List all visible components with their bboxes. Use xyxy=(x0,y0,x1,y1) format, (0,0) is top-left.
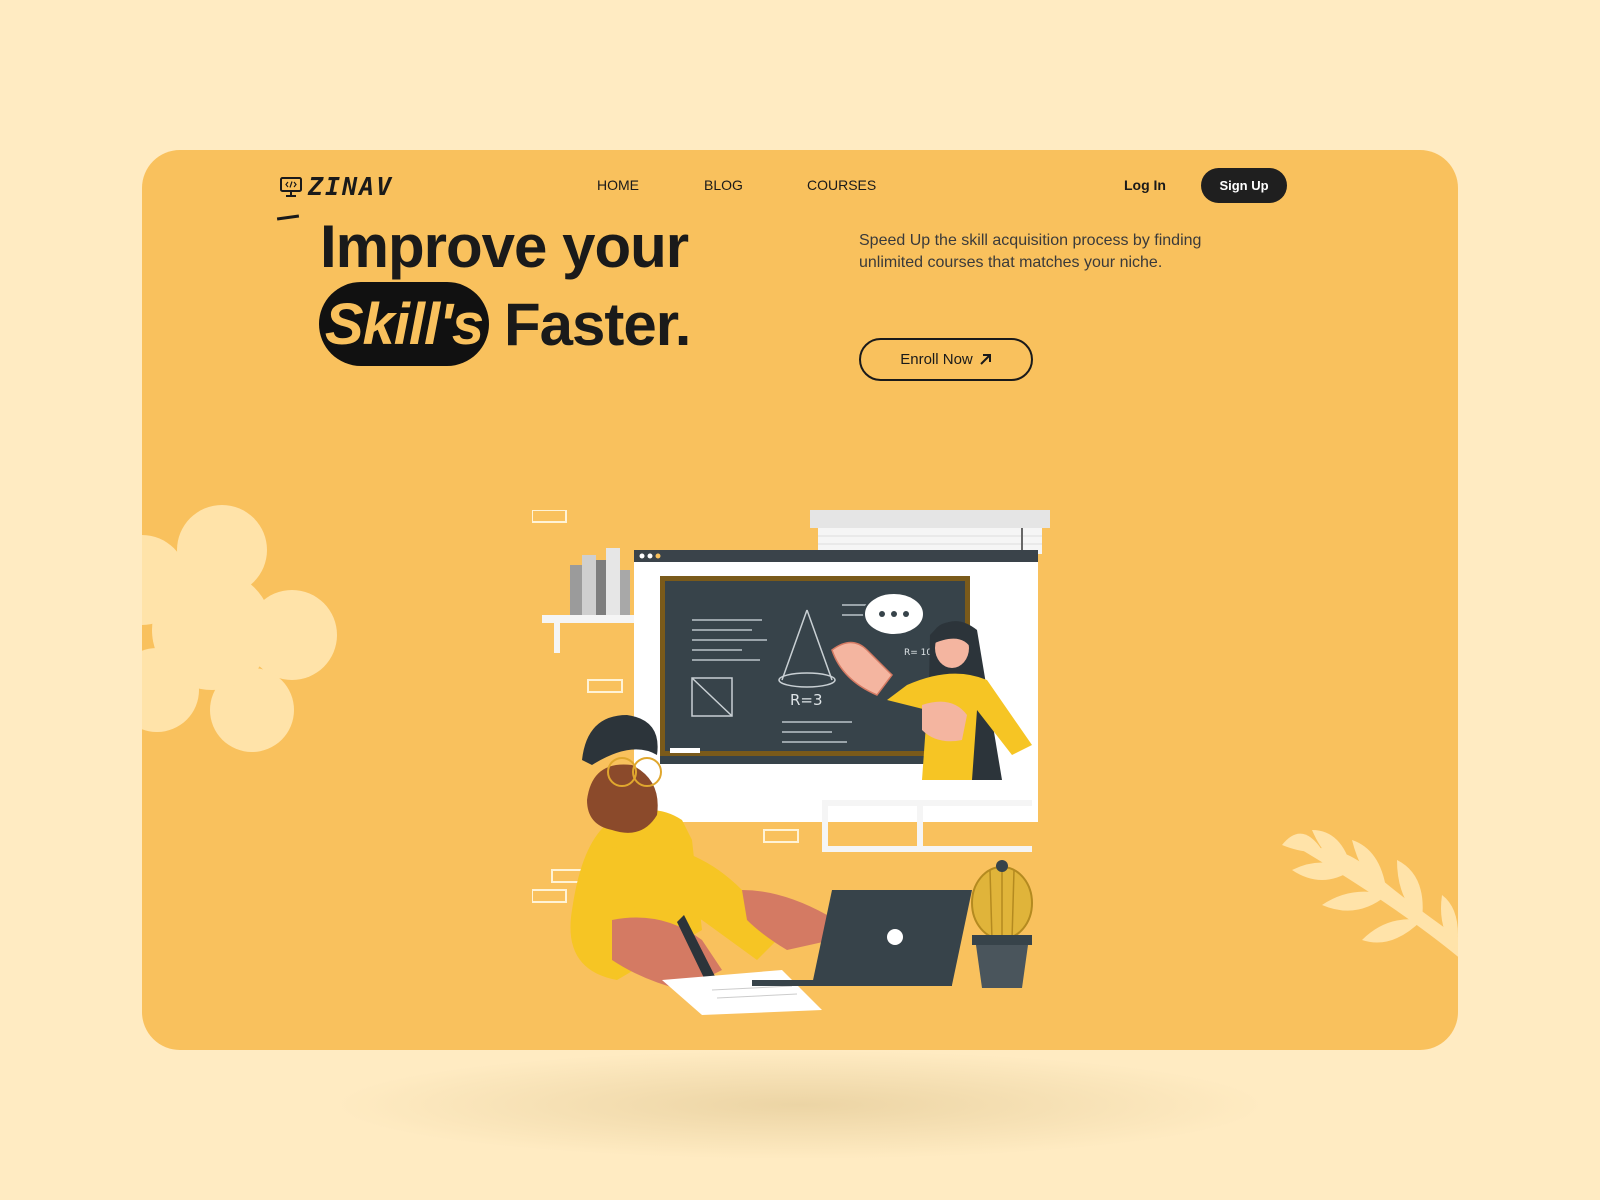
hero-title-line1: Improve your xyxy=(320,213,689,280)
hero-title-line2: Faster. xyxy=(504,291,691,358)
nav-home[interactable]: HOME xyxy=(597,177,704,193)
enroll-now-label: Enroll Now xyxy=(900,351,973,368)
decorative-dash xyxy=(276,214,300,221)
nav-courses[interactable]: COURSES xyxy=(807,177,876,193)
hero-highlight-pill: Skill's xyxy=(319,282,489,366)
hero-highlight-text: Skill's xyxy=(324,291,484,357)
nav-blog[interactable]: BLOG xyxy=(704,177,807,193)
hero-card: ZINAV HOME BLOG COURSES Log In Sign Up I… xyxy=(142,150,1458,1050)
enroll-now-button[interactable]: Enroll Now xyxy=(859,338,1033,381)
flower-decoration xyxy=(142,505,337,752)
brand-name: ZINAV xyxy=(308,172,394,201)
leaf-decoration xyxy=(1282,830,1458,957)
monitor-code-icon xyxy=(280,176,302,197)
arrow-up-right-icon xyxy=(980,354,991,365)
board-note: R= 10 xyxy=(904,648,932,658)
signup-button[interactable]: Sign Up xyxy=(1201,168,1287,203)
hero-description: Speed Up the skill acquisition process b… xyxy=(859,232,1202,271)
main-nav: HOME BLOG COURSES xyxy=(597,177,876,193)
learning-illustration: R=3 R= 10 h xyxy=(532,510,1050,1015)
board-formula: R=3 xyxy=(790,691,823,709)
login-link[interactable]: Log In xyxy=(1124,177,1166,193)
card-shadow xyxy=(330,1050,1270,1160)
brand-logo[interactable]: ZINAV xyxy=(280,172,393,201)
